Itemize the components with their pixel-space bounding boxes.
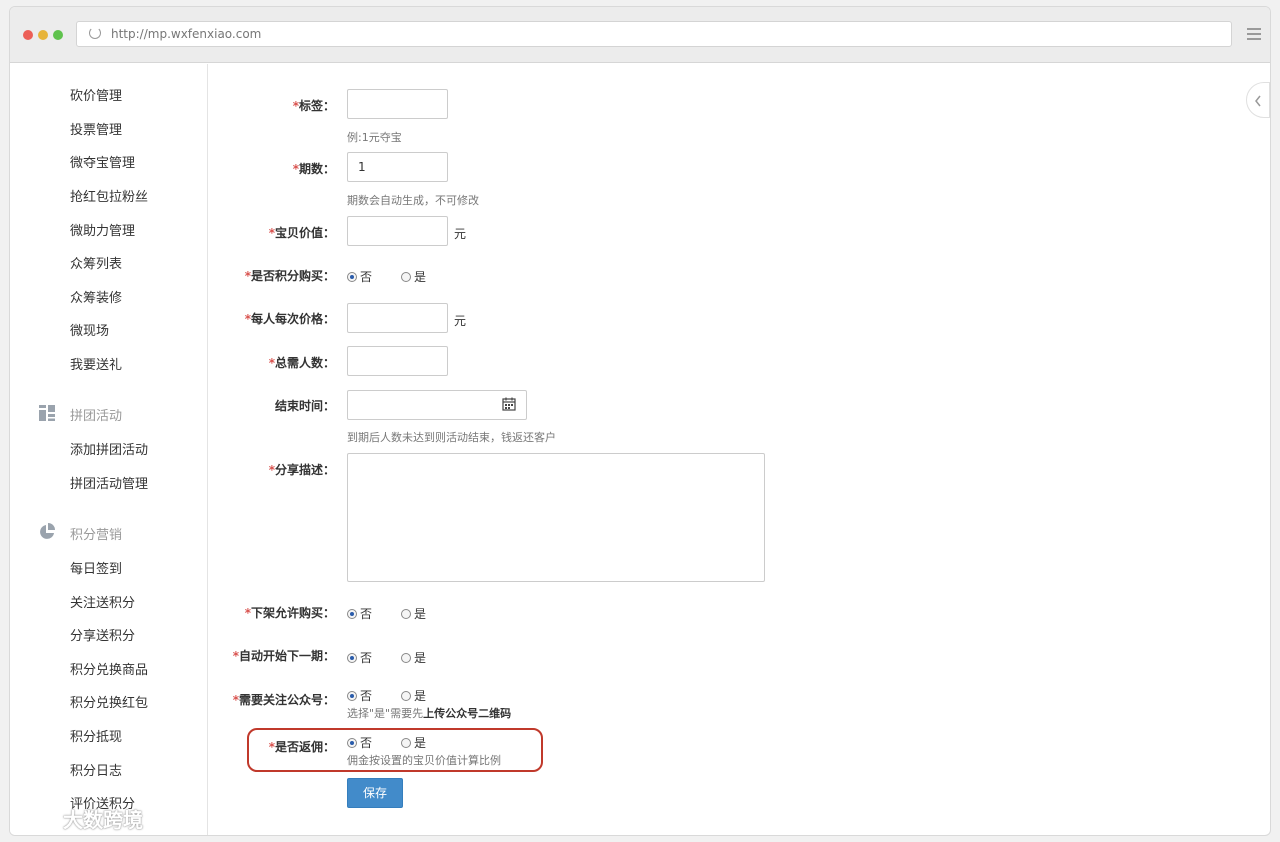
sidebar-item-follow-points[interactable]: 关注送积分: [70, 592, 135, 611]
url-text: http://mp.wxfenxiao.com: [111, 27, 262, 41]
sidebar-item-red-packet[interactable]: 抢红包拉粉丝: [70, 186, 148, 205]
sidebar-item-daily-signin[interactable]: 每日签到: [70, 558, 122, 577]
item-value-input[interactable]: [347, 216, 448, 246]
sidebar-item-add-pintuan[interactable]: 添加拼团活动: [70, 439, 148, 458]
price-per-input[interactable]: [347, 303, 448, 333]
sidebar-group-label: 拼团活动: [70, 409, 123, 424]
sidebar-item-crowdfund-list[interactable]: 众筹列表: [70, 253, 122, 272]
radio-checked-icon: [347, 609, 357, 619]
radio-unchecked-icon: [401, 609, 411, 619]
sidebar-item-treasure[interactable]: 微夺宝管理: [70, 152, 135, 171]
points-purchase-yes-radio[interactable]: 是: [401, 268, 426, 285]
tag-input[interactable]: [347, 89, 448, 119]
commission-yes-radio[interactable]: 是: [401, 734, 426, 751]
sidebar-item-vote[interactable]: 投票管理: [70, 119, 122, 138]
auto-next-no-radio[interactable]: 否: [347, 649, 372, 666]
commission-hint: 佣金按设置的宝贝价值计算比例: [347, 754, 501, 767]
sidebar-item-assist[interactable]: 微助力管理: [70, 220, 135, 239]
allow-offshelf-label: *下架允许购买：: [244, 606, 335, 620]
sidebar-item-gift[interactable]: 我要送礼: [70, 354, 122, 373]
price-per-unit: 元: [454, 314, 467, 328]
radio-unchecked-icon: [401, 738, 411, 748]
allow-offshelf-no-radio[interactable]: 否: [347, 605, 372, 622]
end-time-hint: 到期后人数未达到则活动结束，钱返还客户: [347, 431, 556, 444]
tag-label: *标签：: [292, 99, 335, 113]
grid-icon: [39, 405, 55, 421]
sidebar-item-live[interactable]: 微现场: [70, 320, 109, 339]
follow-required-label: *需要关注公众号：: [232, 693, 335, 707]
end-time-input[interactable]: [347, 390, 527, 420]
minimize-window-dot[interactable]: [38, 30, 48, 40]
sidebar-group-label: 积分营销: [70, 528, 123, 543]
follow-required-no-radio[interactable]: 否: [347, 687, 372, 704]
commission-label: *是否返佣：: [268, 740, 335, 754]
sidebar-group-points[interactable]: 积分营销: [38, 523, 198, 543]
auto-next-label: *自动开始下一期：: [232, 649, 335, 663]
item-value-unit: 元: [454, 227, 467, 241]
allow-offshelf-yes-radio[interactable]: 是: [401, 605, 426, 622]
browser-window: http://mp.wxfenxiao.com 砍价管理 投票管理 微夺宝管理 …: [9, 6, 1271, 836]
points-purchase-no-radio[interactable]: 否: [347, 268, 372, 285]
sidebar-item-points-log[interactable]: 积分日志: [70, 760, 122, 779]
hamburger-menu-icon[interactable]: [1247, 28, 1261, 40]
auto-next-yes-radio[interactable]: 是: [401, 649, 426, 666]
radio-unchecked-icon: [401, 653, 411, 663]
tag-hint: 例:1元夺宝: [347, 131, 402, 144]
radio-unchecked-icon: [401, 272, 411, 282]
close-window-dot[interactable]: [23, 30, 33, 40]
pie-chart-icon: [40, 523, 55, 539]
sidebar-item-bargain[interactable]: 砍价管理: [70, 85, 122, 104]
radio-unchecked-icon: [401, 691, 411, 701]
share-desc-textarea[interactable]: [347, 453, 765, 582]
item-value-label: *宝贝价值：: [268, 226, 335, 240]
period-hint: 期数会自动生成，不可修改: [347, 194, 479, 207]
calendar-icon[interactable]: [502, 397, 516, 411]
save-button[interactable]: 保存: [347, 778, 403, 808]
browser-toolbar: http://mp.wxfenxiao.com: [10, 7, 1270, 63]
period-input[interactable]: 1: [347, 152, 448, 182]
commission-no-radio[interactable]: 否: [347, 734, 372, 751]
price-per-label: *每人每次价格：: [244, 312, 335, 326]
form-panel: *标签： 例:1元夺宝 *期数： 1 期数会自动生成，不可修改 *宝贝价值： 元…: [209, 64, 1254, 835]
sidebar: 砍价管理 投票管理 微夺宝管理 抢红包拉粉丝 微助力管理 众筹列表 众筹装修 微…: [10, 64, 208, 835]
sidebar-item-points-cash[interactable]: 积分抵现: [70, 726, 122, 745]
watermark-logo-icon: [14, 810, 51, 827]
radio-checked-icon: [347, 738, 357, 748]
maximize-window-dot[interactable]: [53, 30, 63, 40]
follow-required-yes-radio[interactable]: 是: [401, 687, 426, 704]
total-people-input[interactable]: [347, 346, 448, 376]
period-label: *期数：: [292, 162, 335, 176]
radio-checked-icon: [347, 272, 357, 282]
address-bar[interactable]: http://mp.wxfenxiao.com: [76, 21, 1232, 47]
watermark: 大数跨境: [12, 804, 143, 833]
radio-checked-icon: [347, 691, 357, 701]
follow-required-hint: 选择"是"需要先上传公众号二维码: [347, 707, 512, 720]
radio-checked-icon: [347, 653, 357, 663]
share-desc-label: *分享描述：: [268, 463, 335, 477]
points-purchase-label: *是否积分购买：: [244, 269, 335, 283]
reload-icon[interactable]: [89, 27, 101, 39]
chevron-left-icon: [1255, 95, 1261, 107]
sidebar-item-share-points[interactable]: 分享送积分: [70, 625, 135, 644]
sidebar-item-crowdfund-decor[interactable]: 众筹装修: [70, 287, 122, 306]
total-people-label: *总需人数：: [268, 356, 335, 370]
end-time-label: 结束时间：: [274, 399, 335, 413]
